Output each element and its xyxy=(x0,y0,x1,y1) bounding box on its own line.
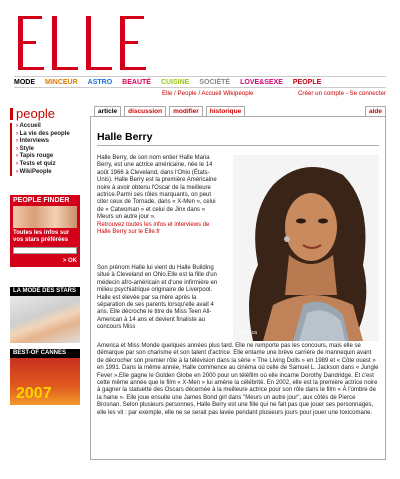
box-image: 2007 xyxy=(10,358,80,405)
elle-logo-mark xyxy=(18,16,146,70)
mode-des-stars-box[interactable]: LA MODE DES STARS xyxy=(10,287,80,343)
sidebar-item-style[interactable]: Style xyxy=(16,146,82,154)
article-content: Halle Berry Halle Berry, de son nom enti… xyxy=(90,116,386,460)
halle-berry-photo xyxy=(233,155,379,341)
title-divider xyxy=(97,145,379,146)
sidebar-menu: Accueil La vie des people Interviews Sty… xyxy=(10,123,82,177)
finder-text: Toutes les infos sur vos stars préférées xyxy=(13,230,70,243)
sidebar-title: people xyxy=(10,106,82,121)
sidebar-item-interviews[interactable]: Interviews xyxy=(16,138,82,146)
best-of-cannes-box[interactable]: BEST-OF CANNES 2007 xyxy=(10,349,80,405)
account-links[interactable]: Créer un compte - Se connecter xyxy=(298,90,386,97)
sidebar-title-text: people xyxy=(16,106,56,121)
sidebar-item-vie-des-people[interactable]: La vie des people xyxy=(16,131,82,139)
sidebar-item-tests-quiz[interactable]: Tests et quiz xyxy=(16,161,82,169)
article-paragraph: Son prénom Halle lui vient du Halle Buil… xyxy=(97,265,218,331)
breadcrumb[interactable]: Elle / People / Accueil Wikipeople xyxy=(162,90,254,97)
box-image xyxy=(10,296,80,343)
article-body: America et Miss Monde quelques années pl… xyxy=(97,343,379,416)
tab-historique[interactable]: historique xyxy=(205,106,246,116)
nav-item-people[interactable]: PEOPLE xyxy=(293,79,321,86)
sidebar-item-tapis-rouge[interactable]: Tapis rouge xyxy=(16,153,82,161)
article-intro: Halle Berry, de son nom entier Halle Mar… xyxy=(97,155,221,236)
sidebar-item-accueil[interactable]: Accueil xyxy=(16,123,82,131)
tab-discussion[interactable]: discussion xyxy=(124,106,167,116)
nav-item-cuisine[interactable]: CUISINE xyxy=(161,79,189,86)
nav-item-societe[interactable]: SOCIÉTÉ xyxy=(199,79,230,86)
article-tabs: article discussion modifier historique xyxy=(94,106,248,116)
title-bar xyxy=(10,107,13,120)
nav-item-mode[interactable]: MODE xyxy=(14,79,35,86)
article-link[interactable]: Retrouvez toutes les infos et interviews… xyxy=(97,222,209,235)
nav-item-lovesexe[interactable]: LOVE&SEXE xyxy=(240,79,283,86)
photo-credit: ©Abaca xyxy=(239,330,257,336)
nav-item-minceur[interactable]: MINCEUR xyxy=(45,79,78,86)
nav-item-beaute[interactable]: BEAUTÉ xyxy=(122,79,151,86)
year-label: 2007 xyxy=(16,385,52,402)
tab-aide[interactable]: aide xyxy=(364,106,386,116)
finder-input[interactable] xyxy=(13,247,77,254)
finder-title: PEOPLE FINDER xyxy=(13,197,70,204)
box-title: LA MODE DES STARS xyxy=(10,287,80,296)
tab-modifier[interactable]: modifier xyxy=(169,106,203,116)
finder-photo xyxy=(13,206,77,228)
finder-ok-button[interactable]: > OK xyxy=(63,258,77,264)
nav-item-astro[interactable]: ASTRO xyxy=(88,79,113,86)
elle-logo[interactable] xyxy=(16,14,146,72)
intro-text: Halle Berry, de son nom entier Halle Mar… xyxy=(97,155,217,221)
sub-header: Elle / People / Accueil Wikipeople Créer… xyxy=(14,90,386,100)
main-nav: MODE MINCEUR ASTRO BEAUTÉ CUISINE SOCIÉT… xyxy=(14,76,386,88)
box-title: BEST-OF CANNES xyxy=(10,349,80,358)
portrait-illustration xyxy=(233,155,379,341)
people-finder: PEOPLE FINDER Toutes les infos sur vos s… xyxy=(10,195,80,267)
tab-article[interactable]: article xyxy=(94,106,122,116)
sidebar: people Accueil La vie des people Intervi… xyxy=(10,106,82,177)
article-title: Halle Berry xyxy=(97,131,153,143)
sidebar-item-wikipeople[interactable]: WikiPeople xyxy=(16,169,82,177)
